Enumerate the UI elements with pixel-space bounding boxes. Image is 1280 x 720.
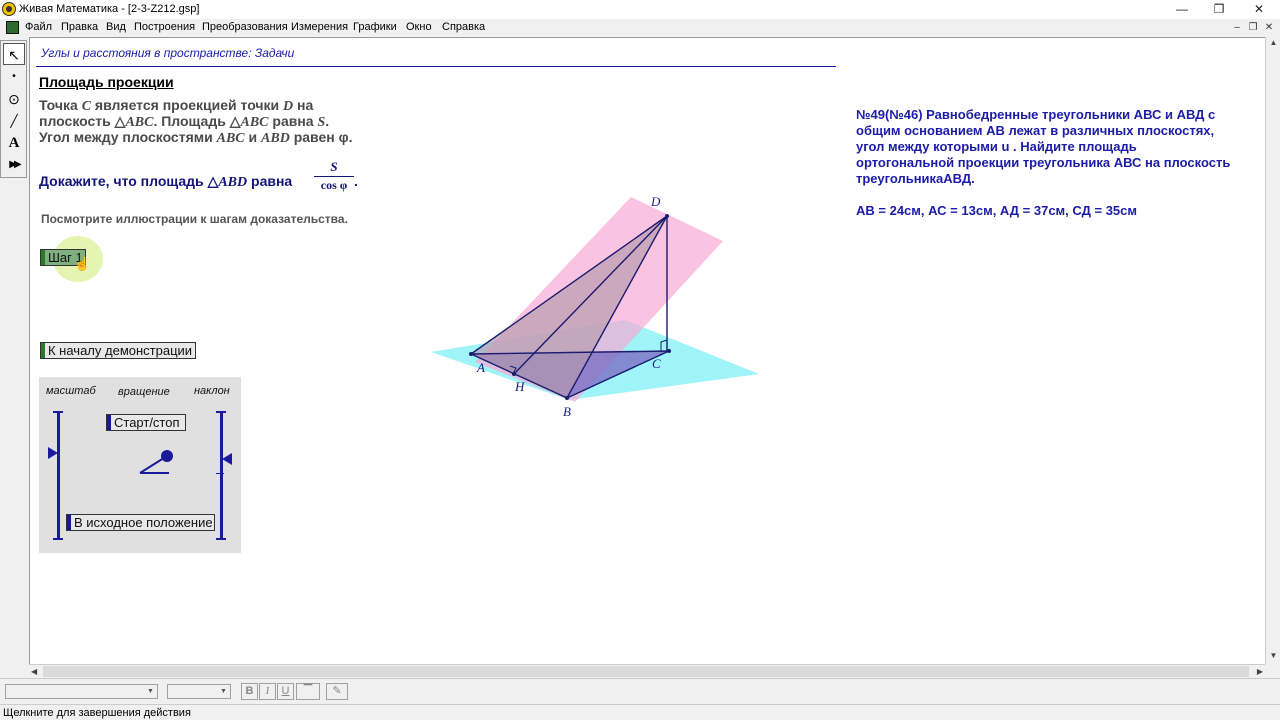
tilt-slider-track[interactable]: [220, 412, 223, 540]
sketch-canvas[interactable]: Углы и расстояния в пространстве: Задачи…: [29, 37, 1265, 664]
scroll-down-icon[interactable]: ▼: [1268, 651, 1279, 663]
font-size-select[interactable]: ▼: [167, 684, 231, 699]
chevron-down-icon: ▼: [147, 688, 154, 695]
label-d: D: [650, 194, 661, 209]
bold-button[interactable]: B: [241, 683, 258, 700]
text-color-button[interactable]: ▔: [296, 683, 320, 700]
scale-slider-top-cap: [53, 411, 63, 413]
minimize-button[interactable]: —: [1162, 0, 1202, 19]
restore-button[interactable]: ❐: [1199, 0, 1239, 19]
hint-text: Посмотрите иллюстрации к шагам доказател…: [41, 212, 348, 226]
underline-button[interactable]: U: [277, 683, 294, 700]
header-divider: [36, 66, 836, 67]
title-bar: Живая Математика - [2-3-Z212.gsp] — ❐ ✕: [0, 0, 1280, 19]
problem-given: АВ = 24см, АС = 13см, АД = 37см, СД = 35…: [856, 203, 1137, 218]
prove-dot: .: [354, 173, 358, 189]
toolbox: ↖ • ⊙ ╱ A ▶▶: [0, 40, 27, 178]
fraction: S cos φ: [314, 159, 354, 193]
point-a[interactable]: [469, 352, 473, 356]
statement-line-3: Угол между плоскостями ABC и ABD равен φ…: [39, 129, 353, 146]
scroll-right-icon[interactable]: ▶: [1257, 665, 1263, 679]
tilt-slider-tick: [216, 473, 224, 474]
status-bar: Щелкните для завершения действия: [0, 704, 1280, 720]
point-b[interactable]: [565, 396, 569, 400]
tilt-slider-top-cap: [216, 411, 226, 413]
reset-position-button[interactable]: В исходное положение: [66, 514, 215, 531]
tilt-slider-bottom-cap: [216, 538, 226, 540]
text-tool-icon[interactable]: A: [3, 131, 25, 153]
point-tool-icon[interactable]: •: [3, 65, 25, 87]
fraction-denominator: cos φ: [320, 178, 348, 192]
straightedge-tool-icon[interactable]: ╱: [3, 109, 25, 131]
vertical-scrollbar[interactable]: ▲ ▼: [1265, 37, 1280, 664]
chevron-down-icon: ▼: [220, 688, 227, 695]
format-toolbar: ▼ ▼ B I U ▔ ✎: [0, 678, 1280, 704]
menu-view[interactable]: Вид: [106, 21, 126, 33]
scale-slider-track[interactable]: [57, 412, 60, 540]
problem-line-3: угол между которыми u . Найдите площадь: [856, 139, 1137, 154]
problem-line-4: ортогональной проекции треугольника АВС …: [856, 155, 1231, 170]
control-panel: масштаб вращение наклон Старт/стоп В исх…: [39, 377, 241, 553]
prove-text: Докажите, что площадь △ABD равна: [39, 173, 293, 190]
menu-graph[interactable]: Графики: [353, 21, 397, 33]
label-a: A: [476, 360, 485, 375]
menu-help[interactable]: Справка: [442, 21, 485, 33]
symbol-palette-icon[interactable]: ✎: [326, 683, 348, 700]
tilt-slider-handle-icon[interactable]: [222, 453, 232, 465]
close-button[interactable]: ✕: [1239, 0, 1279, 19]
reset-demo-button[interactable]: К началу демонстрации: [40, 342, 196, 359]
menu-window[interactable]: Окно: [406, 21, 432, 33]
arrow-tool-icon[interactable]: ↖: [3, 43, 25, 65]
status-text: Щелкните для завершения действия: [3, 707, 191, 719]
scale-label: масштаб: [46, 385, 96, 397]
label-c: C: [652, 356, 661, 371]
point-d[interactable]: [665, 214, 669, 218]
app-logo-icon: [2, 2, 16, 16]
tilt-label: наклон: [194, 385, 230, 397]
menu-file[interactable]: Файл: [25, 21, 52, 33]
menu-bar: Файл Правка Вид Построения Преобразовани…: [0, 19, 1280, 37]
point-h[interactable]: [512, 372, 516, 376]
scale-slider-bottom-cap: [53, 538, 63, 540]
font-family-select[interactable]: ▼: [5, 684, 158, 699]
menu-edit[interactable]: Правка: [61, 21, 98, 33]
scale-slider-handle-icon[interactable]: [48, 447, 58, 459]
start-stop-button[interactable]: Старт/стоп: [106, 414, 186, 431]
rotation-dial-icon[interactable]: [137, 447, 177, 477]
section-heading: Площадь проекции: [39, 74, 174, 90]
scroll-left-icon[interactable]: ◀: [31, 665, 37, 679]
mdi-close-button[interactable]: ✕: [1261, 21, 1277, 35]
point-c[interactable]: [667, 349, 671, 353]
mdi-restore-button[interactable]: ❐: [1245, 21, 1261, 35]
fraction-numerator: S: [330, 159, 338, 174]
problem-line-2: общим основанием АВ лежат в различных пл…: [856, 123, 1215, 138]
problem-line-1: №49(№46) Равнобедренные треугольники АВС…: [856, 107, 1216, 122]
hand-cursor-icon: ☝: [74, 256, 91, 271]
horizontal-scrollbar[interactable]: ◀ ▶: [29, 664, 1265, 678]
rotation-label: вращение: [118, 386, 170, 398]
document-icon[interactable]: [6, 21, 19, 34]
horizontal-scroll-thumb[interactable]: [43, 666, 1249, 677]
window-title: Живая Математика - [2-3-Z212.gsp]: [19, 3, 200, 15]
label-b: B: [563, 404, 571, 418]
menu-transform[interactable]: Преобразования: [202, 21, 288, 33]
scroll-up-icon[interactable]: ▲: [1268, 38, 1279, 50]
custom-tool-icon[interactable]: ▶▶: [3, 153, 25, 175]
compass-tool-icon[interactable]: ⊙: [3, 87, 25, 109]
page-header-title: Углы и расстояния в пространстве: Задачи: [41, 46, 295, 60]
pyramid-figure: A B C D H: [431, 194, 759, 418]
mdi-minimize-button[interactable]: –: [1229, 21, 1245, 35]
italic-button[interactable]: I: [259, 683, 276, 700]
label-h: H: [514, 379, 525, 394]
menu-measure[interactable]: Измерения: [291, 21, 348, 33]
fraction-bar: [314, 176, 354, 177]
problem-text: №49(№46) Равнобедренные треугольники АВС…: [856, 107, 1230, 219]
problem-line-5: треугольникаАВД.: [856, 171, 975, 186]
menu-construct[interactable]: Построения: [134, 21, 195, 33]
